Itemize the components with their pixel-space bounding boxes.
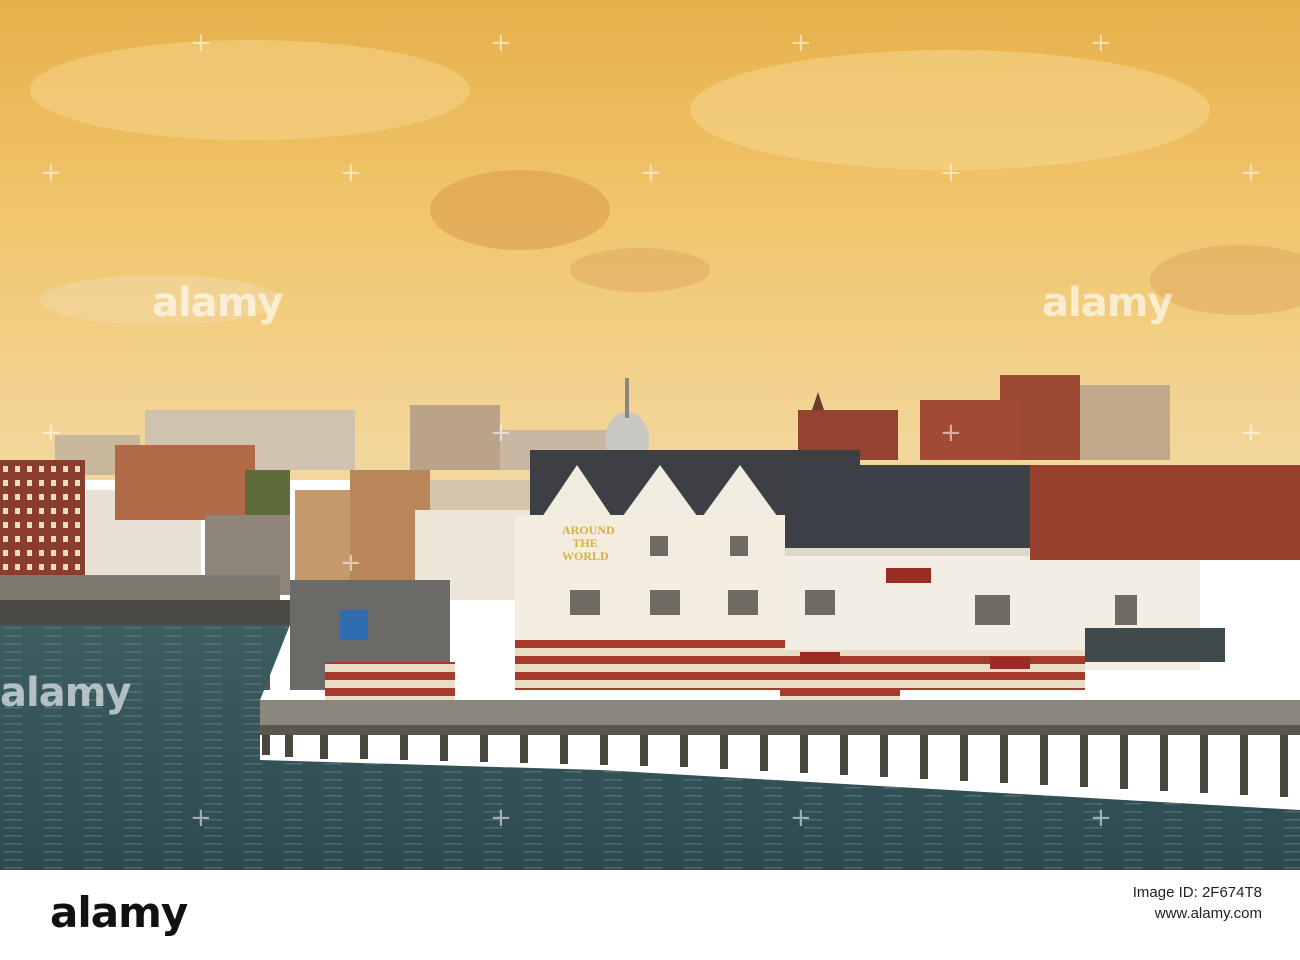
- watermark-mark: +: [340, 158, 362, 188]
- watermark-mark: +: [790, 803, 812, 833]
- canopy: [1085, 628, 1225, 662]
- right-roof: [785, 465, 1055, 555]
- brick-building: [0, 460, 85, 580]
- pier-deck-edge: [260, 725, 1300, 735]
- office-block: [410, 405, 500, 470]
- window: [650, 590, 680, 615]
- watermark-mark: +: [490, 418, 512, 448]
- footer-info: Image ID: 2F674T8 www.alamy.com: [1133, 884, 1262, 922]
- watermark-mark: +: [790, 28, 812, 58]
- watermark-mark: +: [1240, 418, 1262, 448]
- watermark-mark: +: [340, 548, 362, 578]
- red-brick-houses: [1030, 465, 1300, 560]
- watermark-mark: +: [490, 28, 512, 58]
- watermark-mark: +: [1090, 28, 1112, 58]
- tower-block: [920, 400, 1020, 460]
- window: [570, 590, 600, 615]
- watermark-logo: alamy: [0, 670, 131, 716]
- green-sign: [886, 568, 931, 583]
- watermark-logo: alamy: [152, 280, 283, 326]
- red-brick-wall: [325, 662, 455, 700]
- cloud: [430, 170, 610, 250]
- watermark-mark: +: [40, 418, 62, 448]
- watermark-mark: +: [40, 158, 62, 188]
- watermark-mark: +: [490, 803, 512, 833]
- watermark-mark: +: [190, 28, 212, 58]
- site-url: www.alamy.com: [1154, 905, 1262, 922]
- brick-building: [115, 445, 255, 520]
- watermark-logo: alamy: [1042, 280, 1173, 326]
- window: [805, 590, 835, 615]
- cloud: [570, 248, 710, 292]
- bus: [340, 610, 368, 640]
- awning: [800, 652, 840, 664]
- striped-base: [515, 640, 785, 690]
- watermark-mark: +: [190, 803, 212, 833]
- watermark-mark: +: [640, 158, 662, 188]
- watermark-mark: +: [940, 158, 962, 188]
- dome-spire: [625, 378, 629, 418]
- quay-edge: [0, 600, 290, 625]
- image-id: Image ID: 2F674T8: [1132, 884, 1262, 901]
- cloud: [690, 50, 1210, 170]
- footer-logo: alamy: [50, 888, 188, 937]
- window: [975, 595, 1010, 625]
- building-sign: AROUND THE WORLD: [562, 524, 615, 563]
- watermark-mark: +: [1090, 803, 1112, 833]
- footer-bar: alamy Image ID: 2F674T8 www.alamy.com: [0, 870, 1300, 960]
- watermark-mark: +: [1240, 158, 1262, 188]
- awning: [990, 657, 1030, 669]
- window: [650, 536, 668, 556]
- window: [728, 590, 758, 615]
- sign-line: WORLD: [562, 549, 609, 563]
- watermark-mark: +: [940, 418, 962, 448]
- window: [730, 536, 748, 556]
- harbour-scene: [0, 0, 1300, 870]
- window: [1115, 595, 1137, 625]
- tower-block: [1080, 385, 1170, 460]
- pier-deck: [260, 700, 1300, 728]
- photo: AROUND THE WORLD alamy alamy alamy + + +…: [0, 0, 1300, 870]
- cloud: [30, 40, 470, 140]
